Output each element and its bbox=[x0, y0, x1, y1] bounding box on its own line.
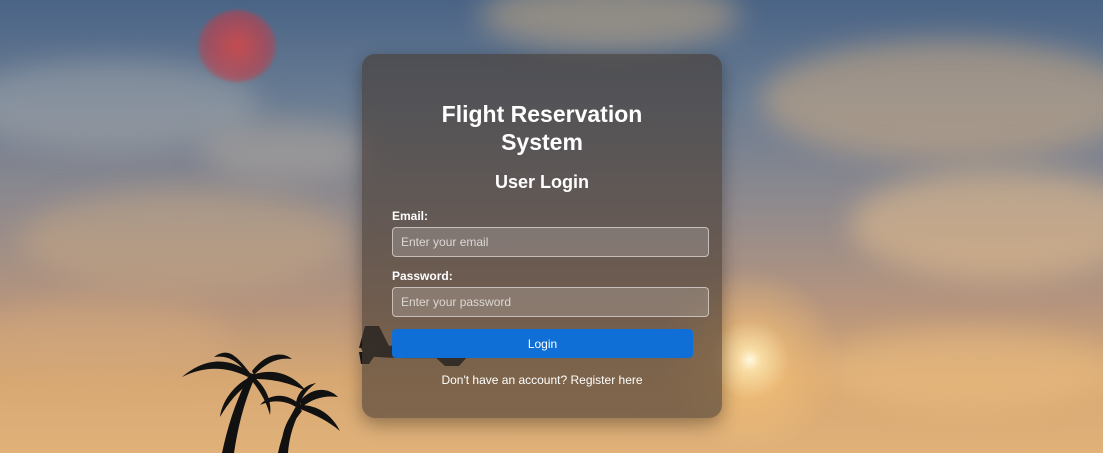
cloud bbox=[200, 120, 370, 180]
register-prompt: Don't have an account? bbox=[441, 373, 568, 387]
register-link[interactable]: Register here bbox=[571, 373, 643, 387]
email-field[interactable] bbox=[392, 227, 709, 257]
login-button[interactable]: Login bbox=[392, 329, 693, 358]
cloud bbox=[820, 330, 1103, 410]
cloud bbox=[850, 170, 1103, 280]
background-scene: Flight Reservation System User Login Ema… bbox=[0, 0, 1103, 453]
cloud bbox=[760, 40, 1103, 160]
cloud bbox=[480, 0, 740, 50]
password-field[interactable] bbox=[392, 287, 709, 317]
register-prompt-row: Don't have an account? Register here bbox=[392, 373, 692, 387]
login-card: Flight Reservation System User Login Ema… bbox=[362, 54, 722, 418]
cloud bbox=[20, 190, 350, 290]
red-lens-flare bbox=[198, 10, 276, 82]
password-label: Password: bbox=[392, 269, 453, 283]
app-title: Flight Reservation System bbox=[441, 101, 643, 155]
login-heading: User Login bbox=[494, 172, 589, 192]
email-label: Email: bbox=[392, 209, 429, 223]
